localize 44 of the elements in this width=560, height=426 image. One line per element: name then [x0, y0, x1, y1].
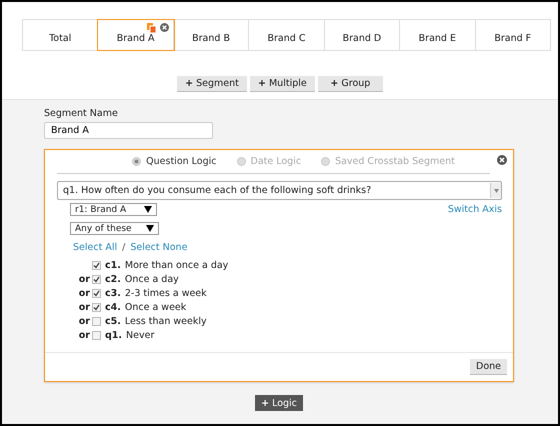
- option-label: c2. Once a day: [105, 274, 179, 284]
- match-dropdown[interactable]: Any of these: [70, 222, 159, 235]
- segment-tab[interactable]: Brand A: [98, 20, 174, 50]
- or-label: or: [78, 302, 90, 312]
- option-label: c5. Less than weekly: [105, 316, 207, 326]
- checkbox[interactable]: [92, 288, 101, 298]
- checkbox[interactable]: [92, 330, 101, 340]
- checkbox[interactable]: [92, 274, 101, 284]
- close-icon[interactable]: [160, 23, 169, 32]
- segment-tab[interactable]: Brand E: [400, 20, 476, 50]
- or-label: or: [78, 316, 90, 326]
- segment-tab[interactable]: Brand D: [324, 20, 400, 50]
- done-button[interactable]: Done: [470, 359, 507, 375]
- option-label: c4. Once a week: [105, 302, 186, 312]
- add-button[interactable]: + Segment: [177, 76, 247, 92]
- option-label: c1. More than once a day: [105, 260, 228, 270]
- segment-tab[interactable]: Total: [23, 20, 98, 50]
- close-icon[interactable]: [497, 155, 507, 165]
- field-label: Segment Name: [44, 108, 119, 119]
- option-label: c3. 2-3 times a week: [105, 288, 207, 298]
- separator: /: [122, 242, 126, 253]
- add-logic-button[interactable]: + Logic: [255, 395, 303, 411]
- checkbox[interactable]: [92, 316, 101, 326]
- or-label: or: [78, 274, 90, 284]
- switch-axis-link[interactable]: Switch Axis: [448, 204, 502, 215]
- or-label: or: [78, 288, 90, 298]
- add-button[interactable]: + Group: [318, 76, 383, 92]
- segment-tab[interactable]: Brand C: [249, 20, 325, 50]
- select-all-link[interactable]: Select All: [73, 242, 118, 253]
- question-dropdown[interactable]: q1. How often do you consume each of the following soft drinks?: [57, 181, 502, 200]
- checkbox[interactable]: [92, 302, 101, 312]
- segment-tab[interactable]: Brand F: [476, 20, 551, 50]
- caret-icon: [144, 206, 152, 213]
- segment-name-field[interactable]: Brand A: [44, 122, 213, 139]
- or-label: or: [78, 330, 90, 340]
- add-button[interactable]: + Multiple: [250, 76, 315, 92]
- logic-mode-radio[interactable]: Question Logic: [132, 156, 216, 167]
- checkbox[interactable]: [92, 260, 101, 270]
- select-none-link[interactable]: Select None: [130, 242, 188, 253]
- row-dropdown[interactable]: r1: Brand A: [70, 203, 157, 216]
- caret-icon: [146, 225, 154, 232]
- segment-tab[interactable]: Brand B: [174, 20, 250, 50]
- option-label: q1. Never: [105, 330, 154, 340]
- copy-icon[interactable]: [146, 23, 156, 33]
